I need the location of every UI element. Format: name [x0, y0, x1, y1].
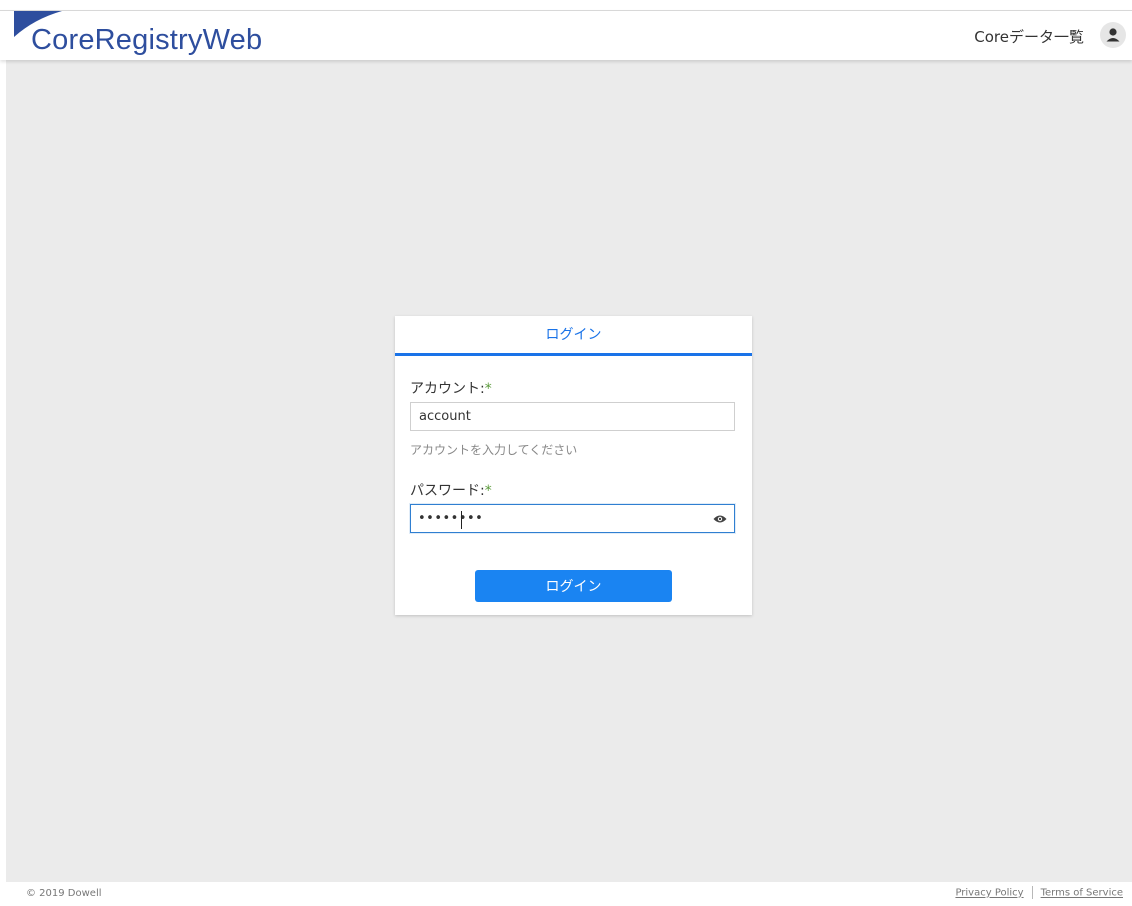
footer-links: Privacy Policy Terms of Service [955, 886, 1123, 901]
password-input[interactable] [410, 504, 735, 533]
login-card: ログイン アカウント:* アカウントを入力してください パスワード:* ••••… [395, 316, 752, 615]
required-mark: * [484, 381, 492, 397]
nav-core-data-list[interactable]: Coreデータ一覧 [974, 26, 1084, 48]
account-hint: アカウントを入力してください [410, 443, 578, 457]
user-menu-button[interactable] [1100, 22, 1126, 48]
login-button[interactable]: ログイン [475, 570, 672, 602]
required-mark: * [484, 483, 492, 499]
account-label-text: アカウント: [410, 381, 485, 397]
password-label-text: パスワード: [410, 483, 485, 499]
user-avatar-icon [1106, 28, 1120, 42]
page: CoreRegistryWeb Coreデータ一覧 ログイン アカウント:* ア… [0, 0, 1132, 906]
account-label: アカウント:* [410, 380, 492, 398]
eye-icon[interactable] [713, 514, 727, 524]
copyright: © 2019 Dowell [26, 888, 102, 899]
top-header: CoreRegistryWeb Coreデータ一覧 [0, 10, 1132, 60]
footer-divider [1031, 886, 1033, 899]
password-label: パスワード:* [410, 482, 492, 500]
login-tab[interactable]: ログイン [395, 316, 752, 356]
privacy-policy-link[interactable]: Privacy Policy [955, 888, 1023, 899]
terms-of-service-link[interactable]: Terms of Service [1041, 888, 1123, 899]
text-caret [461, 511, 462, 529]
account-input[interactable] [410, 402, 735, 431]
app-logo[interactable]: CoreRegistryWeb [31, 23, 262, 57]
